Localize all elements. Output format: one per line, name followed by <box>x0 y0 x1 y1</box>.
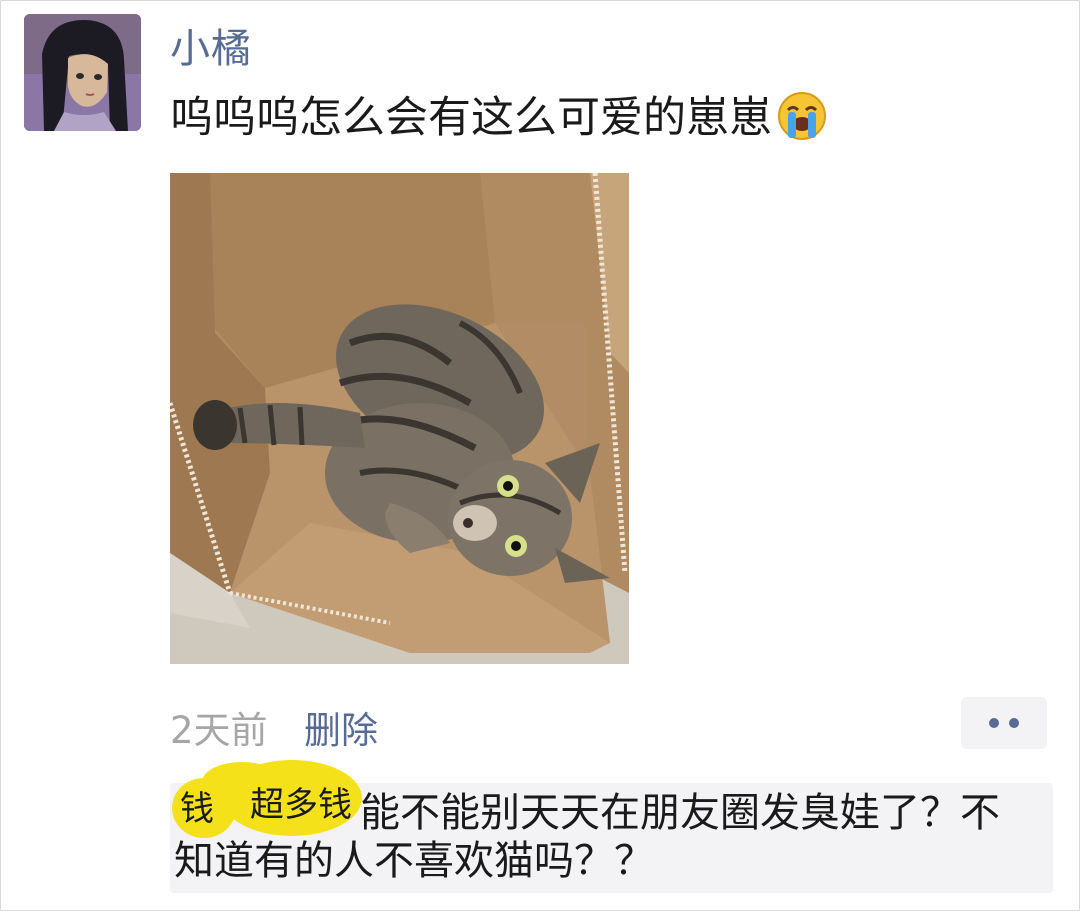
avatar[interactable] <box>24 14 141 131</box>
name-cover-sticker: 钱 超多钱 <box>172 758 372 838</box>
crying-face-icon <box>776 90 828 158</box>
two-dots-icon <box>989 718 999 728</box>
two-dots-icon <box>1009 718 1019 728</box>
sticker-text-chaoduoqian: 超多钱 <box>250 786 352 824</box>
post-time: 2天前 <box>170 709 268 752</box>
more-actions-button[interactable] <box>961 697 1047 749</box>
nickname[interactable]: 小橘 <box>170 16 252 74</box>
post-text-content: 呜呜呜怎么会有这么可爱的崽崽 <box>170 93 772 143</box>
post-text: 呜呜呜怎么会有这么可爱的崽崽 <box>170 88 930 158</box>
delete-link[interactable]: 删除 <box>304 700 378 754</box>
sticker-text-qian: 钱 <box>180 790 214 828</box>
post-image[interactable] <box>170 173 629 664</box>
